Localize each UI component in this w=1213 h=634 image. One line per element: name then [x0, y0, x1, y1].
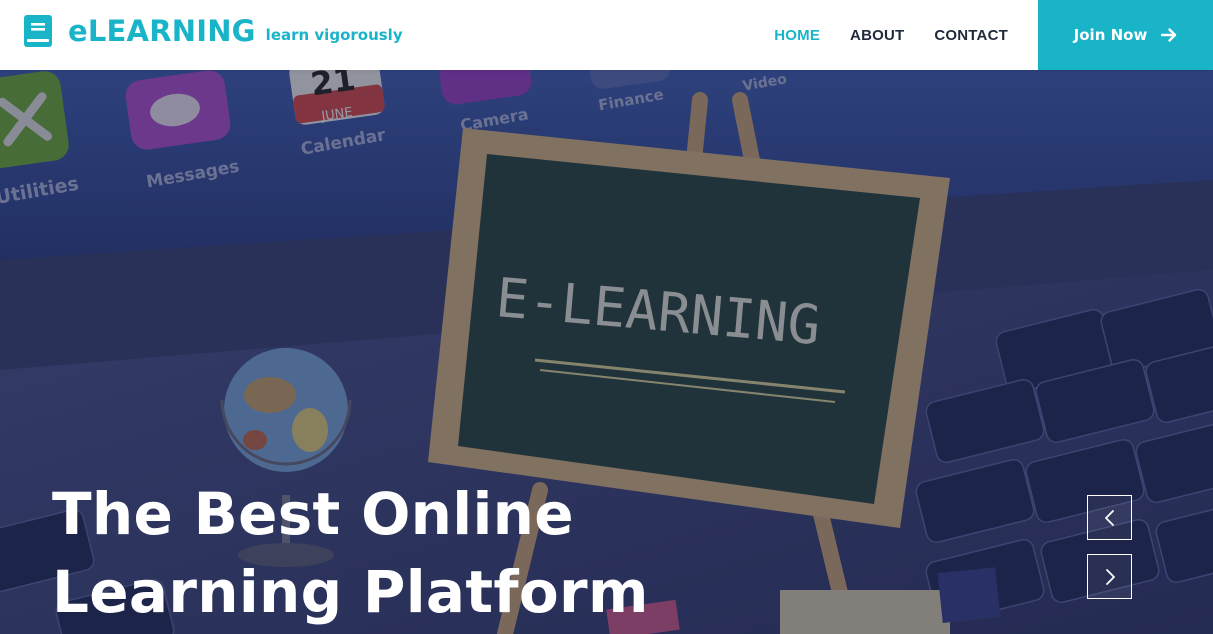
hero-title-line-1: The Best Online	[52, 480, 574, 548]
arrow-right-icon	[1161, 28, 1177, 42]
hero-title-line-2: Learning Platform	[52, 558, 649, 626]
nav-contact-link[interactable]: CONTACT	[934, 27, 1008, 44]
brand-logo-link[interactable]: eLEARNING learn vigorously	[24, 14, 403, 48]
hero-carousel: Utilities Messages 21 JUNE Calendar Came…	[0, 70, 1213, 634]
join-now-button[interactable]: Join Now	[1038, 0, 1213, 70]
hero-title: The Best Online Learning Platform	[52, 475, 752, 631]
top-navbar: eLEARNING learn vigorously HOME ABOUT CO…	[0, 0, 1213, 70]
chevron-left-icon	[1104, 509, 1114, 526]
nav-home-link[interactable]: HOME	[774, 27, 820, 44]
nav-about-link[interactable]: ABOUT	[850, 27, 904, 44]
carousel-prev-button[interactable]	[1087, 495, 1132, 540]
book-icon	[24, 15, 52, 47]
brand-tagline: learn vigorously	[265, 26, 403, 44]
main-nav: HOME ABOUT CONTACT	[744, 0, 1008, 70]
brand-name: eLEARNING	[68, 14, 256, 48]
chevron-right-icon	[1105, 568, 1115, 585]
carousel-next-button[interactable]	[1087, 554, 1132, 599]
join-now-label: Join Now	[1073, 26, 1148, 44]
